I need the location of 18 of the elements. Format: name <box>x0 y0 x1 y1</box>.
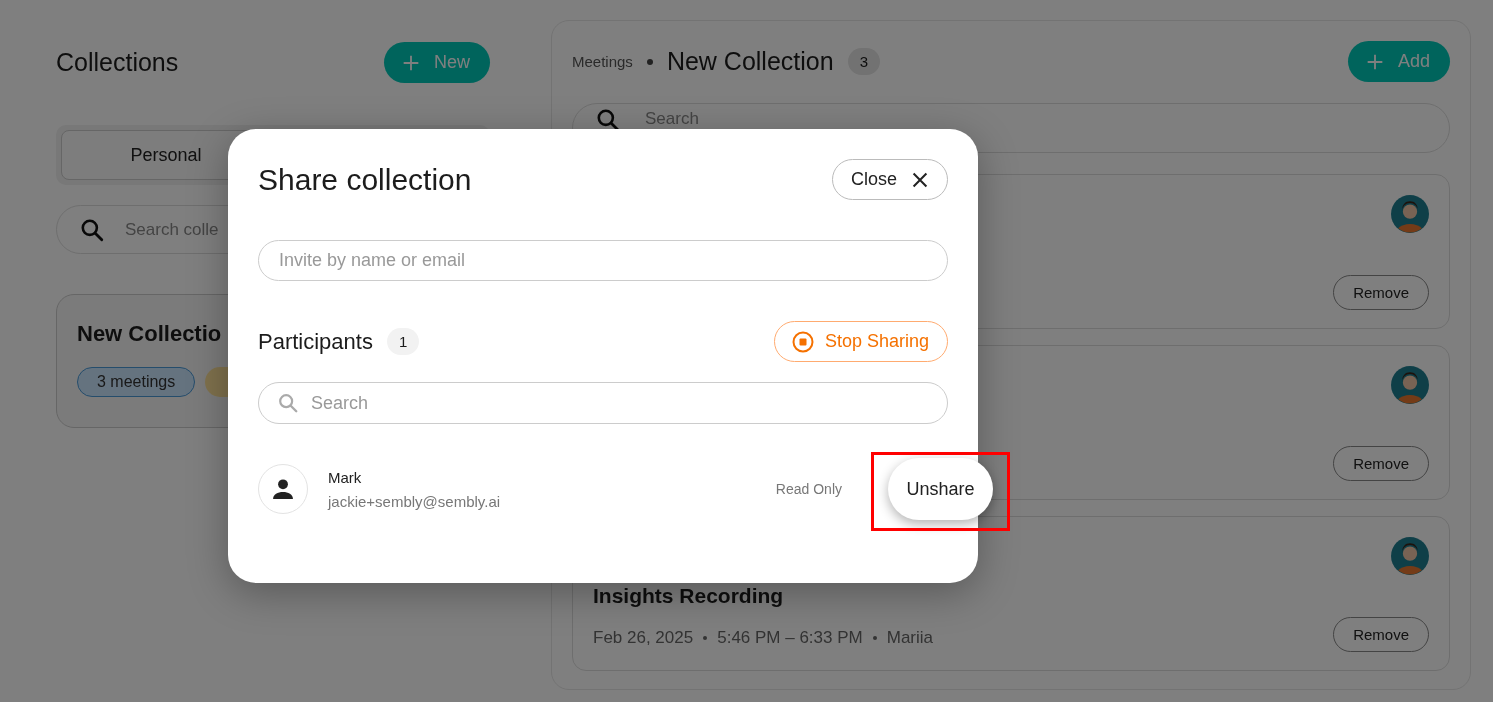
count-badge: 3 <box>847 48 880 75</box>
sidebar-title: Collections <box>56 48 179 77</box>
participants-heading: Participants <box>258 328 373 355</box>
meeting-title: Insights Recording <box>593 584 785 608</box>
search-placeholder: Search <box>311 392 369 414</box>
participant-name: Mark <box>328 468 363 486</box>
search-placeholder: Search <box>645 108 699 130</box>
meeting-owner: Mariia <box>886 628 934 648</box>
participant-email: jackie+sembly@sembly.ai <box>328 492 502 510</box>
count-badge: 1 <box>386 328 420 355</box>
invite-placeholder: Invite by name or email <box>279 250 466 271</box>
collection-title: New Collectio <box>77 321 222 347</box>
meeting-date: Feb 26, 2025 <box>593 628 694 648</box>
meetings-tag: 3 meetings <box>77 367 196 397</box>
meeting-time: 5:46 PM – 6:33 PM <box>717 628 863 648</box>
collection-title: New Collection <box>666 47 834 76</box>
search-placeholder: Search colle <box>125 219 219 240</box>
participant-role: Read Only <box>775 480 842 497</box>
